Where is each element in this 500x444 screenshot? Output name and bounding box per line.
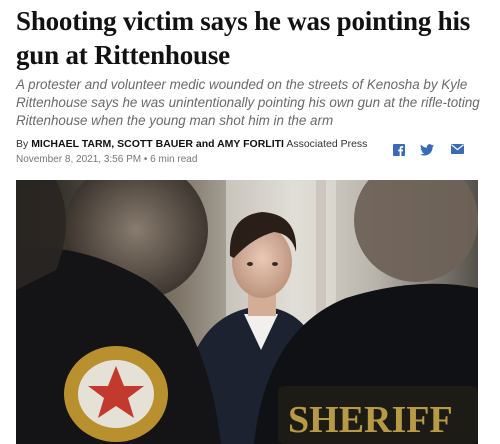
dateline-separator: • bbox=[143, 154, 148, 165]
sheriff-patch-text: SHERIFF bbox=[288, 399, 453, 441]
read-time: 6 min read bbox=[150, 154, 198, 165]
article-photo[interactable]: SHERIFF bbox=[16, 180, 478, 444]
sheriff-badge-patch bbox=[64, 346, 168, 442]
article-dek: A protester and volunteer medic wounded … bbox=[16, 77, 480, 128]
twitter-icon[interactable] bbox=[420, 144, 434, 156]
byline-prefix: By bbox=[16, 138, 29, 150]
byline-source: Associated Press bbox=[286, 138, 368, 150]
article-headline: Shooting victim says he was pointing his… bbox=[16, 6, 471, 70]
publish-date: November 8, 2021, 3:56 PM bbox=[16, 154, 142, 165]
facebook-icon[interactable] bbox=[393, 144, 405, 156]
email-icon[interactable] bbox=[451, 144, 464, 154]
byline-authors[interactable]: MICHAEL TARM, SCOTT BAUER and AMY FORLIT… bbox=[31, 138, 284, 150]
dateline: November 8, 2021, 3:56 PM • 6 min read bbox=[16, 154, 197, 165]
byline: By MICHAEL TARM, SCOTT BAUER and AMY FOR… bbox=[16, 138, 367, 150]
